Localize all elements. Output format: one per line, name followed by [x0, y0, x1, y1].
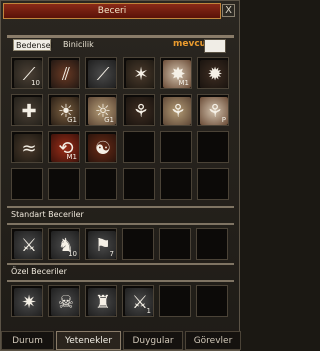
- skill-slot[interactable]: ☼ G1: [85, 94, 117, 126]
- skill-icon: ✷: [14, 288, 42, 316]
- skill-slot[interactable]: ≈: [11, 131, 43, 163]
- divider: [7, 206, 234, 208]
- skill-slot[interactable]: ☯: [85, 131, 117, 163]
- skill-slot[interactable]: ⟋: [85, 57, 117, 89]
- skill-level: M1: [66, 153, 78, 161]
- empty-slot[interactable]: [196, 228, 228, 260]
- skill-icon: ⚔: [14, 231, 42, 259]
- skill-level: M1: [178, 79, 190, 87]
- empty-slot[interactable]: [196, 285, 228, 317]
- skill-icon: ⟋: [88, 60, 116, 88]
- skull-icon: ☠: [57, 292, 75, 313]
- tree-icon: ⚘: [132, 101, 150, 122]
- empty-slot[interactable]: [197, 131, 229, 163]
- spiral-icon: ⟋: [96, 64, 110, 85]
- divider: [7, 35, 234, 38]
- divider: [7, 263, 234, 265]
- empty-slot[interactable]: [11, 168, 43, 200]
- skill-slot[interactable]: ⚘: [160, 94, 192, 126]
- tab-bedensel[interactable]: Bedensel: [13, 39, 53, 51]
- skill-level: 10: [31, 79, 40, 87]
- skill-icon: ≈: [14, 134, 42, 162]
- skill-slot[interactable]: ⚘ P: [197, 94, 229, 126]
- cross-icon: ✚: [21, 101, 37, 122]
- tab-gorevler[interactable]: Görevler: [185, 331, 241, 350]
- empty-slot[interactable]: [48, 168, 80, 200]
- skill-slot[interactable]: ⟲ M1: [48, 131, 80, 163]
- skill-icon: ✶: [126, 60, 154, 88]
- empty-slot[interactable]: [123, 168, 155, 200]
- close-button[interactable]: X: [222, 4, 235, 17]
- empty-slot[interactable]: [123, 131, 155, 163]
- skill-icon: ☯: [88, 134, 116, 162]
- helmet-icon: ♜: [94, 292, 112, 313]
- skill-slot[interactable]: ✶: [123, 57, 155, 89]
- tree-icon: ⚘: [169, 101, 187, 122]
- skill-slot[interactable]: ⫽: [48, 57, 80, 89]
- skill-level: 1: [146, 307, 151, 315]
- empty-slot[interactable]: [122, 228, 154, 260]
- skill-icon: ✚: [14, 97, 42, 125]
- skill-slot[interactable]: ⚔: [11, 228, 43, 260]
- tab-duygular[interactable]: Duygular: [123, 331, 183, 350]
- skill-icon: ♜: [88, 288, 116, 316]
- standart-section-title: Standart Beceriler: [11, 210, 84, 219]
- skill-slot[interactable]: ⚑ 7: [85, 228, 117, 260]
- skill-icon: ☠: [51, 288, 79, 316]
- spikes-icon: ✷: [21, 292, 37, 313]
- skill-slot[interactable]: ✸ M1: [160, 57, 192, 89]
- empty-slot[interactable]: [85, 168, 117, 200]
- window-title: Beceri: [3, 3, 221, 19]
- ozel-section-title: Özel Beceriler: [11, 267, 67, 276]
- skill-icon: ✹: [200, 60, 228, 88]
- skill-slot[interactable]: ✷: [11, 285, 43, 317]
- skill-slot[interactable]: ☀ G1: [48, 94, 80, 126]
- wave-icon: ≈: [21, 138, 37, 159]
- skill-icon: ⚘: [163, 97, 191, 125]
- bottom-tabs: Durum Yetenekler Duygular Görevler: [1, 331, 241, 350]
- skill-icon: ⚘: [126, 97, 154, 125]
- claw-icon: ⫽: [61, 64, 71, 85]
- tab-binicilik[interactable]: Binicilik: [63, 39, 99, 51]
- tab-yetenekler[interactable]: Yetenekler: [56, 331, 121, 350]
- skill-slot[interactable]: ⚔ 1: [122, 285, 154, 317]
- divider: [7, 280, 234, 282]
- skill-slot[interactable]: ☠: [48, 285, 80, 317]
- skill-slot[interactable]: ✚: [11, 94, 43, 126]
- empty-slot[interactable]: [160, 168, 192, 200]
- skill-slot[interactable]: ⟋ 10: [11, 57, 43, 89]
- skill-slot[interactable]: ✹: [197, 57, 229, 89]
- skill-level: 7: [109, 250, 114, 258]
- flame-icon: ✹: [207, 64, 223, 85]
- empty-slot[interactable]: [159, 285, 191, 317]
- skill-slot[interactable]: ♞ 10: [48, 228, 80, 260]
- skills-grid: ⟋ 10 ⫽ ⟋ ✶ ✸ M1 ✹ ✚ ☀ G1 ☼ G1 ⚘ ⚘ ⚘ P ≈ …: [11, 57, 234, 201]
- yin-icon: ☯: [94, 138, 112, 159]
- skill-level: G1: [67, 116, 77, 124]
- skill-level: 10: [68, 250, 77, 258]
- empty-slot[interactable]: [197, 168, 229, 200]
- divider: [7, 223, 234, 225]
- sword-icon: ⚔: [20, 235, 38, 256]
- skill-slot[interactable]: ♜: [85, 285, 117, 317]
- skill-level: G1: [104, 116, 114, 124]
- skills-window: Beceri X Bedensel Binicilik mevcut ⟋ 10 …: [0, 0, 241, 351]
- skill-icon: ⫽: [51, 60, 79, 88]
- burst-icon: ✶: [133, 64, 149, 85]
- tab-durum[interactable]: Durum: [1, 331, 54, 350]
- empty-slot[interactable]: [159, 228, 191, 260]
- available-count: [204, 39, 226, 53]
- skill-level: P: [221, 116, 226, 124]
- empty-slot[interactable]: [160, 131, 192, 163]
- skill-slot[interactable]: ⚘: [123, 94, 155, 126]
